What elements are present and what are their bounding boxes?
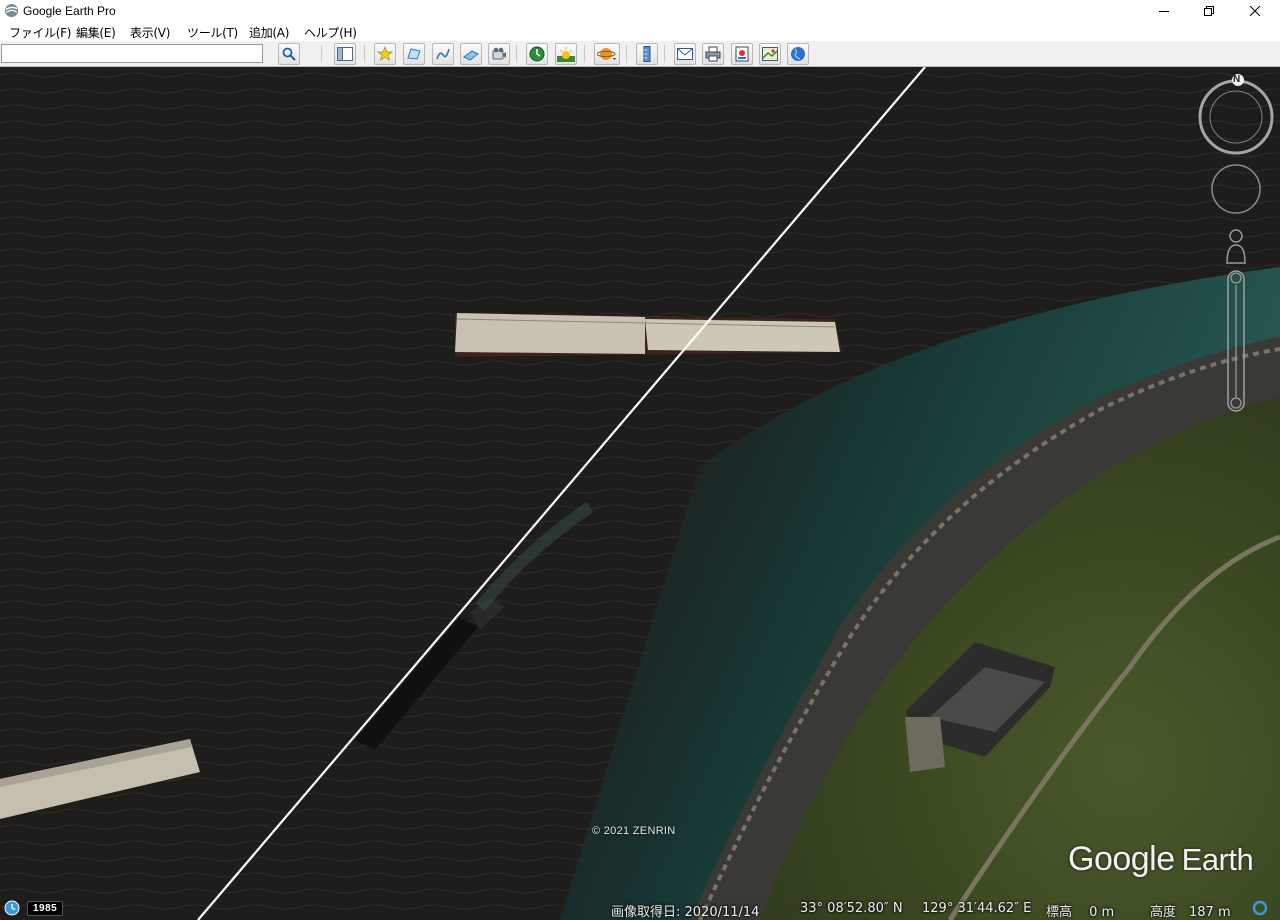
eye-altitude-readout: 高度 187 m [1150,905,1231,920]
view-in-google-maps-button[interactable] [759,43,781,65]
menu-help[interactable]: ヘルプ(H) [304,24,357,41]
look-joystick[interactable] [1211,164,1261,214]
navigation-controls [1198,74,1274,412]
close-button[interactable] [1232,0,1278,22]
email-icon [677,48,693,60]
sunlight-icon [557,47,575,62]
menu-edit[interactable]: 編集(E) [76,24,116,41]
title-bar: Google Earth Pro [0,0,1280,22]
view-in-google-maps-icon [762,47,778,61]
sidebar-toggle-icon [337,47,353,61]
toolbar-separator [584,45,585,63]
historical-imagery-badge[interactable]: 1985 [4,899,64,917]
google-earth-logo: Google Earth [1068,840,1254,879]
clock-icon [4,900,20,916]
menu-view[interactable]: 表示(V) [130,24,170,41]
search-button[interactable] [278,43,300,65]
logo-google: Google [1068,840,1175,878]
record-tour-icon [492,47,506,60]
close-icon [1250,6,1260,16]
google-earth-app-icon [4,3,19,18]
toolbar-separator [364,45,365,63]
add-polygon-icon [407,48,421,60]
window-title: Google Earth Pro [23,4,116,18]
map-viewport[interactable]: N © 2021 ZENRIN [0,67,1280,920]
add-path-button[interactable] [432,43,454,65]
pegman-icon[interactable] [1226,229,1246,264]
add-image-overlay-icon [463,50,479,61]
maximize-button[interactable] [1186,0,1232,22]
restore-icon [1204,6,1214,16]
status-bar: 画像取得日: 2020/11/14 33° 08′52.80″ N 129° 3… [600,898,1280,920]
earth-icon [791,47,805,61]
logo-earth: Earth [1181,842,1254,877]
search-icon [282,47,296,61]
elevation-readout: 標高 0 m [1046,905,1115,920]
menu-tools[interactable]: ツール(T) [187,24,238,41]
streaming-status-icon [1252,900,1268,916]
add-path-icon [436,48,450,60]
longitude-readout: 129° 31′44.62″ E [922,901,1032,916]
compass-north-label: N [1233,74,1241,85]
print-icon [705,46,721,62]
latitude-readout: 33° 08′52.80″ N [800,901,903,916]
save-image-button[interactable] [731,43,753,65]
search-input[interactable] [1,44,263,63]
menu-file[interactable]: ファイル(F) [9,24,71,41]
historical-imagery-icon [529,46,545,62]
add-placemark-button[interactable] [374,43,396,65]
earth-button[interactable] [787,43,809,65]
menu-add[interactable]: 追加(A) [249,24,289,41]
toolbar-separator [321,45,322,63]
ruler-button[interactable] [636,43,658,65]
add-image-overlay-button[interactable] [460,43,482,65]
print-button[interactable] [702,43,724,65]
save-image-icon [735,46,749,62]
email-button[interactable] [674,43,696,65]
planets-icon [597,48,616,60]
ruler-icon [643,46,651,62]
historical-imagery-button[interactable] [526,43,548,65]
sunlight-button[interactable] [555,43,577,65]
copyright-text: © 2021 ZENRIN [592,825,676,837]
toolbar-separator [516,45,517,63]
central-breakwater [455,313,842,357]
menu-bar: ファイル(F) 編集(E) 表示(V) ツール(T) 追加(A) ヘルプ(H) [0,22,1280,41]
planets-button[interactable] [594,43,620,65]
minimize-icon [1159,11,1169,12]
toolbar-separator [664,45,665,63]
satellite-imagery [0,67,1280,920]
minimize-button[interactable] [1141,0,1187,22]
sidebar-toggle-button[interactable] [334,43,356,65]
toolbar-separator [626,45,627,63]
historical-year: 1985 [27,900,64,916]
toolbar [0,41,1280,67]
zoom-slider[interactable] [1227,270,1245,412]
record-tour-button[interactable] [488,43,510,65]
imagery-date: 画像取得日: 2020/11/14 [611,905,760,920]
add-placemark-icon [377,46,393,61]
compass-ring[interactable] [1198,74,1274,155]
add-polygon-button[interactable] [403,43,425,65]
